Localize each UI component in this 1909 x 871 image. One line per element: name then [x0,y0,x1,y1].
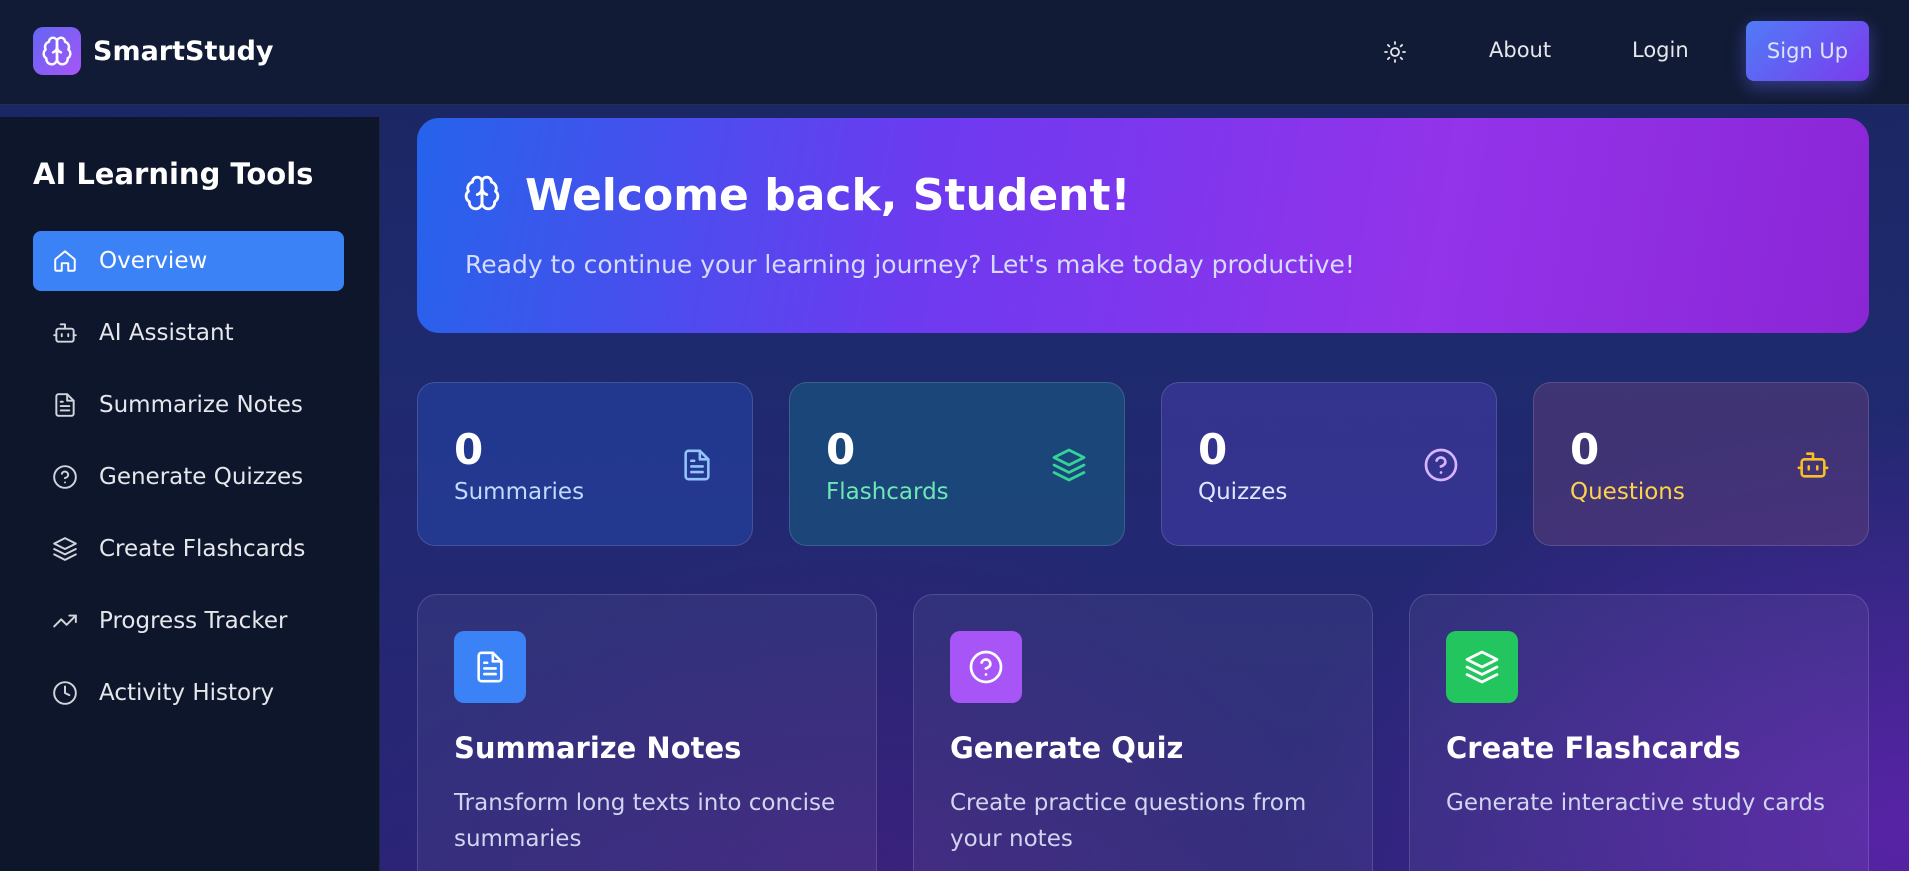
welcome-banner: Welcome back, Student! Ready to continue… [417,118,1869,333]
theme-toggle-button[interactable] [1378,35,1412,69]
sidebar-item-activity-history[interactable]: Activity History [33,663,344,723]
clock-icon [50,678,80,708]
trending-up-icon [50,606,80,636]
sidebar-item-generate-quizzes[interactable]: Generate Quizzes [33,447,344,507]
document-icon [454,631,526,703]
sidebar-item-progress-tracker[interactable]: Progress Tracker [33,591,344,651]
stat-label: Flashcards [826,479,949,505]
bot-icon [50,318,80,348]
sidebar-item-label: Progress Tracker [99,608,288,634]
stat-label: Quizzes [1198,479,1288,505]
sidebar: AI Learning Tools Overview AI Assistant … [0,117,380,871]
brand-name: SmartStudy [93,35,274,67]
layers-icon [1446,631,1518,703]
stat-label: Summaries [454,479,585,505]
feature-card-generate-quiz[interactable]: Generate Quiz Create practice questions … [913,594,1373,871]
stat-card-summaries: 0 Summaries [417,382,753,546]
layers-icon [50,534,80,564]
sidebar-item-label: Overview [99,248,208,274]
feature-description: Generate interactive study cards [1446,790,1826,816]
sidebar-item-summarize-notes[interactable]: Summarize Notes [33,375,344,435]
sidebar-title: AI Learning Tools [33,157,314,191]
stat-label: Questions [1570,479,1685,505]
sidebar-item-label: Summarize Notes [99,392,303,418]
welcome-subtitle: Ready to continue your learning journey?… [465,250,1355,279]
brain-logo-icon [33,27,81,75]
stat-value: 0 [454,425,484,474]
stat-value: 0 [1198,425,1228,474]
stat-value: 0 [1570,425,1600,474]
top-navbar: SmartStudy About Login Sign Up [0,0,1909,105]
sidebar-item-label: Activity History [99,680,275,706]
feature-card-summarize-notes[interactable]: Summarize Notes Transform long texts int… [417,594,877,871]
feature-title: Create Flashcards [1446,731,1741,765]
sidebar-item-label: Generate Quizzes [99,464,304,490]
sun-icon [1384,41,1406,63]
home-icon [50,246,80,276]
nav-about-link[interactable]: About [1489,38,1551,62]
question-circle-icon [1422,446,1460,484]
bot-icon [1794,446,1832,484]
layers-icon [1050,446,1088,484]
feature-description: Create practice questions from your note… [950,790,1307,852]
sidebar-item-create-flashcards[interactable]: Create Flashcards [33,519,344,579]
document-icon [50,390,80,420]
question-circle-icon [50,462,80,492]
question-circle-icon [950,631,1022,703]
brain-icon [463,174,501,216]
brand[interactable]: SmartStudy [33,27,274,75]
stat-card-quizzes: 0 Quizzes [1161,382,1497,546]
sidebar-item-ai-assistant[interactable]: AI Assistant [33,303,344,363]
welcome-title: Welcome back, Student! [525,170,1131,221]
document-icon [678,446,716,484]
sidebar-item-label: Create Flashcards [99,536,306,562]
feature-title: Generate Quiz [950,731,1184,765]
feature-description: Transform long texts into concise summar… [454,790,836,852]
signup-button[interactable]: Sign Up [1746,21,1869,81]
stat-card-flashcards: 0 Flashcards [789,382,1125,546]
sidebar-item-overview[interactable]: Overview [33,231,344,291]
stat-value: 0 [826,425,856,474]
stat-card-questions: 0 Questions [1533,382,1869,546]
feature-card-create-flashcards[interactable]: Create Flashcards Generate interactive s… [1409,594,1869,871]
feature-title: Summarize Notes [454,731,742,765]
sidebar-item-label: AI Assistant [99,320,234,346]
nav-login-link[interactable]: Login [1632,38,1689,62]
